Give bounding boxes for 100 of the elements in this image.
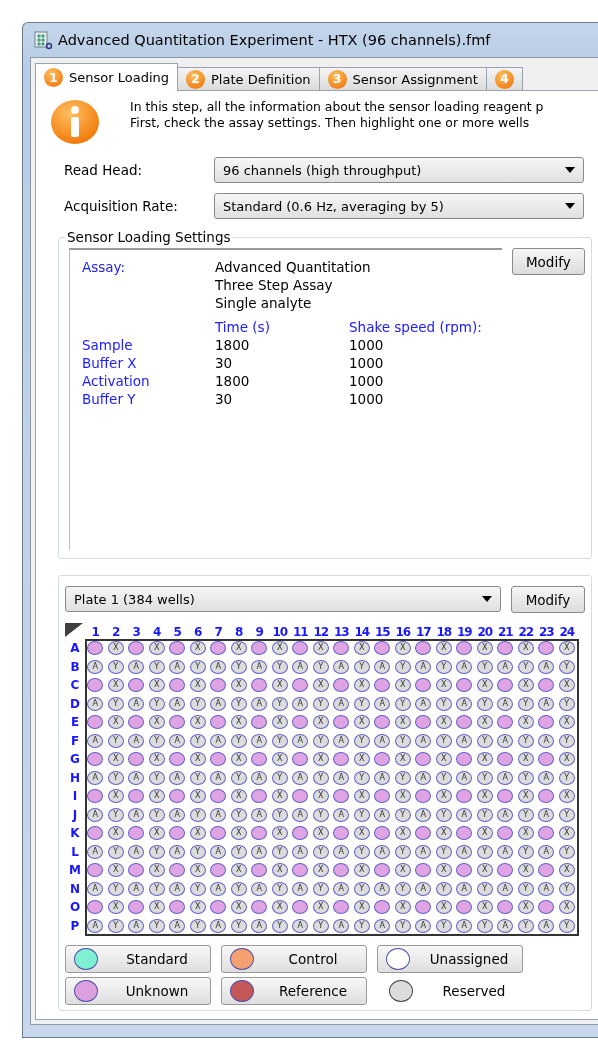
well[interactable]: Y (148, 918, 165, 933)
well[interactable]: A (415, 918, 432, 933)
well[interactable]: Y (394, 696, 411, 711)
well[interactable]: X (435, 678, 452, 693)
well[interactable]: A (128, 918, 145, 933)
well[interactable]: X (394, 826, 411, 841)
well[interactable]: A (210, 807, 227, 822)
well[interactable] (415, 826, 432, 841)
well[interactable]: X (517, 641, 534, 656)
well[interactable]: Y (353, 770, 370, 785)
well[interactable]: X (107, 863, 124, 878)
well[interactable] (87, 789, 104, 804)
plate-dropdown[interactable]: Plate 1 (384 wells) (65, 586, 501, 612)
well[interactable]: Y (107, 770, 124, 785)
well[interactable]: A (374, 807, 391, 822)
well[interactable]: Y (558, 918, 575, 933)
well[interactable]: A (538, 770, 555, 785)
well[interactable] (169, 863, 186, 878)
well[interactable]: X (230, 641, 247, 656)
well[interactable] (87, 826, 104, 841)
well[interactable]: A (497, 770, 514, 785)
well[interactable]: A (251, 696, 268, 711)
well[interactable] (169, 752, 186, 767)
well[interactable]: Y (435, 844, 452, 859)
well[interactable] (415, 715, 432, 730)
well[interactable]: X (558, 715, 575, 730)
well[interactable]: Y (271, 770, 288, 785)
well[interactable]: A (169, 733, 186, 748)
well[interactable]: Y (230, 807, 247, 822)
well[interactable]: A (415, 881, 432, 896)
well[interactable]: Y (558, 844, 575, 859)
well[interactable] (538, 789, 555, 804)
well[interactable] (87, 863, 104, 878)
well[interactable]: A (87, 770, 104, 785)
well[interactable] (292, 752, 309, 767)
well[interactable]: X (189, 715, 206, 730)
well[interactable]: A (333, 696, 350, 711)
well[interactable]: Y (107, 807, 124, 822)
well[interactable] (87, 678, 104, 693)
well[interactable]: Y (148, 770, 165, 785)
well[interactable]: A (292, 696, 309, 711)
well[interactable]: A (128, 696, 145, 711)
well[interactable] (497, 641, 514, 656)
well[interactable]: X (353, 752, 370, 767)
well[interactable]: X (476, 678, 493, 693)
well[interactable]: X (189, 641, 206, 656)
legend-button[interactable]: Unknown (65, 977, 211, 1005)
well[interactable]: X (353, 826, 370, 841)
well[interactable]: Y (230, 659, 247, 674)
well[interactable]: X (394, 678, 411, 693)
well[interactable]: A (456, 844, 473, 859)
well[interactable]: Y (189, 770, 206, 785)
well[interactable]: A (538, 696, 555, 711)
well[interactable] (538, 863, 555, 878)
well[interactable] (87, 641, 104, 656)
well[interactable] (374, 715, 391, 730)
well[interactable] (415, 641, 432, 656)
well[interactable]: Y (394, 844, 411, 859)
well[interactable] (210, 678, 227, 693)
well[interactable] (210, 789, 227, 804)
well[interactable]: X (271, 752, 288, 767)
well[interactable]: A (251, 881, 268, 896)
well[interactable]: Y (558, 733, 575, 748)
well[interactable]: A (333, 844, 350, 859)
well[interactable]: A (169, 844, 186, 859)
well[interactable] (415, 863, 432, 878)
well[interactable]: X (435, 789, 452, 804)
well[interactable]: X (107, 752, 124, 767)
well[interactable] (292, 863, 309, 878)
well[interactable]: X (230, 863, 247, 878)
well[interactable]: A (333, 918, 350, 933)
well[interactable]: A (251, 733, 268, 748)
modify-button[interactable]: Modify (511, 248, 585, 275)
legend-button[interactable]: Reference (221, 977, 367, 1005)
legend-button[interactable]: Unassigned (377, 945, 523, 973)
well[interactable] (374, 641, 391, 656)
well[interactable]: X (230, 715, 247, 730)
well[interactable]: A (169, 918, 186, 933)
well[interactable] (415, 900, 432, 915)
well[interactable]: X (271, 826, 288, 841)
well[interactable]: X (435, 826, 452, 841)
well[interactable]: Y (394, 918, 411, 933)
well[interactable]: A (292, 733, 309, 748)
well[interactable]: X (558, 789, 575, 804)
well[interactable]: X (435, 752, 452, 767)
well[interactable]: X (189, 678, 206, 693)
well[interactable]: A (374, 844, 391, 859)
well[interactable]: A (169, 881, 186, 896)
well[interactable]: Y (107, 696, 124, 711)
well[interactable] (251, 752, 268, 767)
well[interactable]: Y (271, 881, 288, 896)
well[interactable]: Y (230, 733, 247, 748)
well[interactable]: Y (517, 918, 534, 933)
well[interactable]: Y (394, 733, 411, 748)
well[interactable]: X (230, 826, 247, 841)
well[interactable]: Y (476, 918, 493, 933)
well[interactable] (128, 715, 145, 730)
well[interactable] (169, 641, 186, 656)
well[interactable] (333, 863, 350, 878)
well[interactable]: X (476, 863, 493, 878)
